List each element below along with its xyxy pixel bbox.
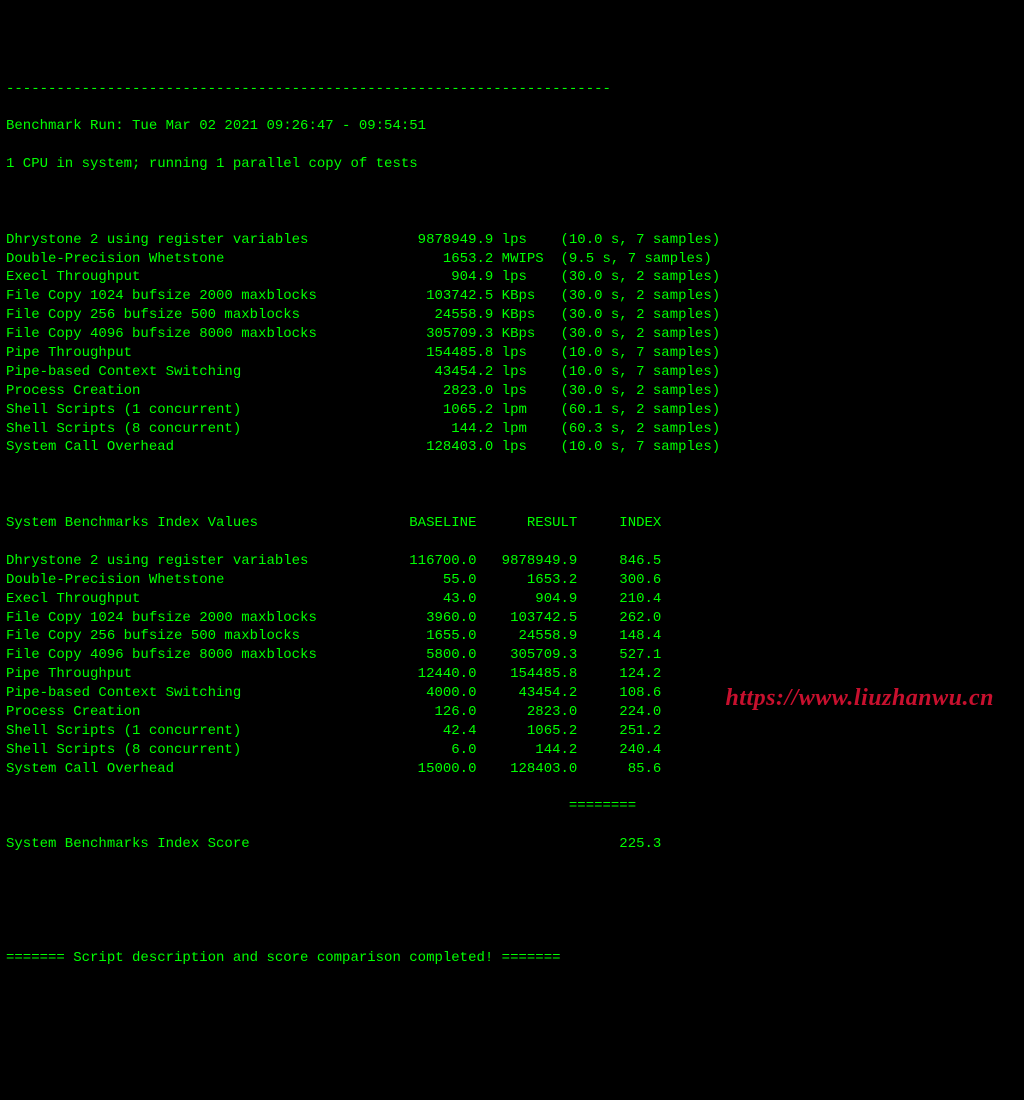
run-result-row: Double-Precision Whetstone 1653.2 MWIPS … bbox=[6, 250, 1018, 269]
index-table-row: File Copy 1024 bufsize 2000 maxblocks 39… bbox=[6, 609, 1018, 628]
index-table-row: Dhrystone 2 using register variables 116… bbox=[6, 552, 1018, 571]
run-result-row: Shell Scripts (8 concurrent) 144.2 lpm (… bbox=[6, 420, 1018, 439]
index-header-row: System Benchmarks Index Values BASELINE … bbox=[6, 514, 1018, 533]
run-results-block: Dhrystone 2 using register variables 987… bbox=[6, 231, 1018, 458]
index-table-row: Double-Precision Whetstone 55.0 1653.2 3… bbox=[6, 571, 1018, 590]
index-table-row: Shell Scripts (8 concurrent) 6.0 144.2 2… bbox=[6, 741, 1018, 760]
blank-line bbox=[6, 873, 1018, 892]
index-table-row: System Call Overhead 15000.0 128403.0 85… bbox=[6, 760, 1018, 779]
run-result-row: Pipe Throughput 154485.8 lps (10.0 s, 7 … bbox=[6, 344, 1018, 363]
system-benchmarks-index-score: System Benchmarks Index Score 225.3 bbox=[6, 835, 1018, 854]
watermark-url: https://www.liuzhanwu.cn bbox=[725, 682, 994, 714]
index-table-row: File Copy 4096 bufsize 8000 maxblocks 58… bbox=[6, 646, 1018, 665]
blank-line bbox=[6, 476, 1018, 495]
run-result-row: Shell Scripts (1 concurrent) 1065.2 lpm … bbox=[6, 401, 1018, 420]
index-table-row: File Copy 256 bufsize 500 maxblocks 1655… bbox=[6, 627, 1018, 646]
cpu-info-line: 1 CPU in system; running 1 parallel copy… bbox=[6, 155, 1018, 174]
run-result-row: Process Creation 2823.0 lps (30.0 s, 2 s… bbox=[6, 382, 1018, 401]
divider-top: ----------------------------------------… bbox=[6, 80, 1018, 99]
run-result-row: System Call Overhead 128403.0 lps (10.0 … bbox=[6, 438, 1018, 457]
index-table-block: Dhrystone 2 using register variables 116… bbox=[6, 552, 1018, 779]
run-result-row: File Copy 1024 bufsize 2000 maxblocks 10… bbox=[6, 287, 1018, 306]
run-result-row: File Copy 4096 bufsize 8000 maxblocks 30… bbox=[6, 325, 1018, 344]
run-result-row: Pipe-based Context Switching 43454.2 lps… bbox=[6, 363, 1018, 382]
blank-line bbox=[6, 193, 1018, 212]
benchmark-run-header: Benchmark Run: Tue Mar 02 2021 09:26:47 … bbox=[6, 117, 1018, 136]
run-result-row: Dhrystone 2 using register variables 987… bbox=[6, 231, 1018, 250]
index-table-row: Execl Throughput 43.0 904.9 210.4 bbox=[6, 590, 1018, 609]
run-result-row: File Copy 256 bufsize 500 maxblocks 2455… bbox=[6, 306, 1018, 325]
blank-line bbox=[6, 911, 1018, 930]
footer-completion-line: ======= Script description and score com… bbox=[6, 949, 1018, 968]
score-divider: ======== bbox=[6, 797, 1018, 816]
run-result-row: Execl Throughput 904.9 lps (30.0 s, 2 sa… bbox=[6, 268, 1018, 287]
